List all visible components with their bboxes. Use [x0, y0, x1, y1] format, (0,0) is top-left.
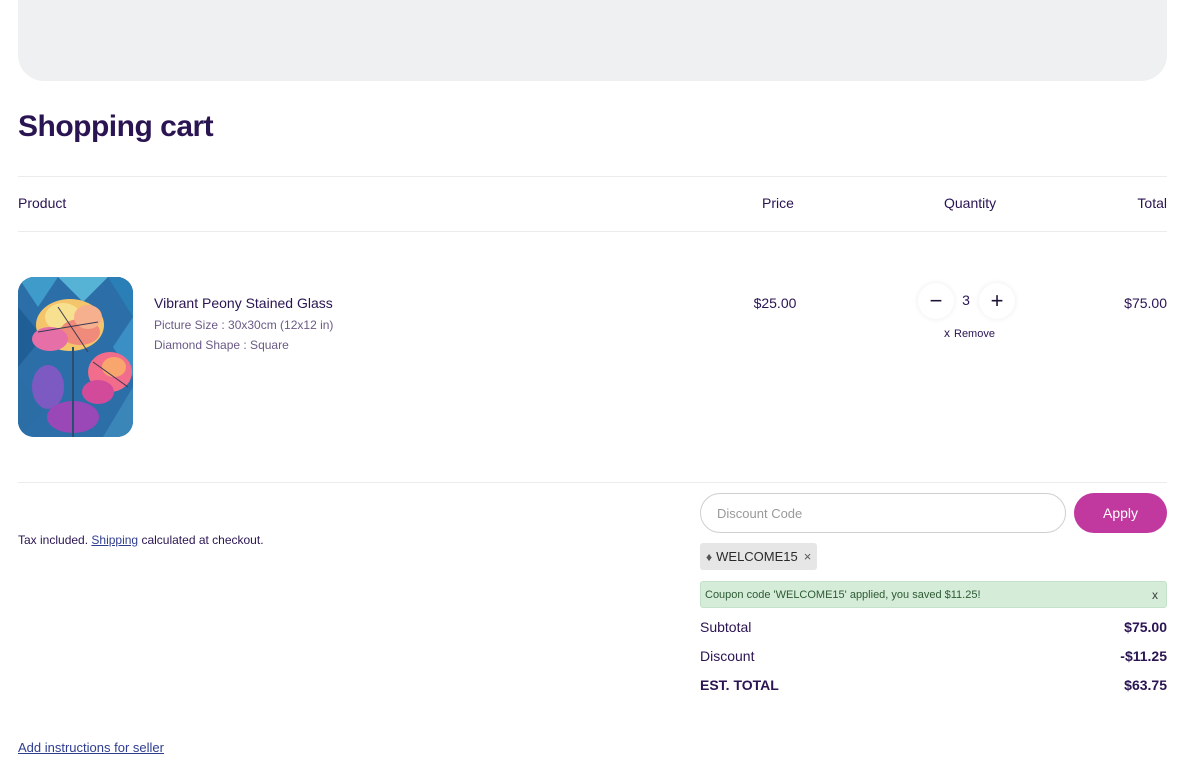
column-header-quantity: Quantity: [944, 195, 997, 211]
item-divider: [18, 482, 1167, 483]
close-icon: x: [944, 326, 950, 340]
subtotal-label: Subtotal: [700, 619, 752, 635]
discount-code-input[interactable]: [700, 493, 1066, 533]
shipping-link[interactable]: Shipping: [91, 533, 138, 547]
estimated-total-row: EST. TOTAL $63.75: [700, 677, 1167, 693]
column-header-product: Product: [18, 195, 67, 211]
plus-icon: +: [990, 288, 1004, 313]
remove-item-button[interactable]: x Remove: [944, 326, 995, 340]
alert-message: Coupon code 'WELCOME15' applied, you sav…: [705, 588, 981, 601]
discount-row: Discount -$11.25: [700, 648, 1167, 664]
coupon-success-alert: Coupon code 'WELCOME15' applied, you sav…: [700, 581, 1167, 608]
header-divider-bottom: [18, 231, 1167, 232]
subtotal-value: $75.00: [1124, 619, 1167, 635]
discount-label: Discount: [700, 648, 755, 664]
quantity-decrease-button[interactable]: −: [918, 283, 954, 319]
product-option-shape: Diamond Shape : Square: [154, 338, 289, 352]
quantity-input[interactable]: 3: [955, 292, 977, 308]
alert-close-icon[interactable]: x: [1152, 588, 1158, 602]
add-seller-instructions-link[interactable]: Add instructions for seller: [18, 740, 164, 755]
stained-glass-peony-image: [18, 277, 133, 437]
estimated-total-value: $63.75: [1124, 677, 1167, 693]
tax-note-prefix: Tax included.: [18, 533, 89, 547]
top-banner: [18, 0, 1167, 81]
tax-note-suffix: calculated at checkout.: [141, 533, 264, 547]
item-total: $75.00: [1124, 295, 1167, 311]
column-header-price: Price: [762, 195, 794, 211]
header-divider-top: [18, 176, 1167, 177]
column-header-total: Total: [1137, 195, 1167, 211]
discount-value: -$11.25: [1120, 648, 1167, 664]
apply-discount-button[interactable]: Apply: [1074, 493, 1167, 533]
product-image[interactable]: [18, 277, 133, 437]
page-title: Shopping cart: [18, 110, 214, 143]
coupon-code: WELCOME15: [716, 549, 798, 564]
quantity-increase-button[interactable]: +: [979, 283, 1015, 319]
tag-icon: ♦: [706, 549, 713, 564]
applied-coupon-chip: ♦ WELCOME15 ×: [700, 543, 818, 570]
product-title-link[interactable]: Vibrant Peony Stained Glass: [154, 295, 333, 311]
tax-note: Tax included. Shipping calculated at che…: [18, 533, 264, 547]
product-option-size: Picture Size : 30x30cm (12x12 in): [154, 318, 334, 332]
subtotal-row: Subtotal $75.00: [700, 619, 1167, 635]
coupon-remove-icon[interactable]: ×: [804, 549, 812, 564]
minus-icon: −: [929, 288, 943, 313]
item-price: $25.00: [753, 295, 797, 311]
estimated-total-label: EST. TOTAL: [700, 677, 779, 693]
remove-label: Remove: [954, 328, 995, 340]
